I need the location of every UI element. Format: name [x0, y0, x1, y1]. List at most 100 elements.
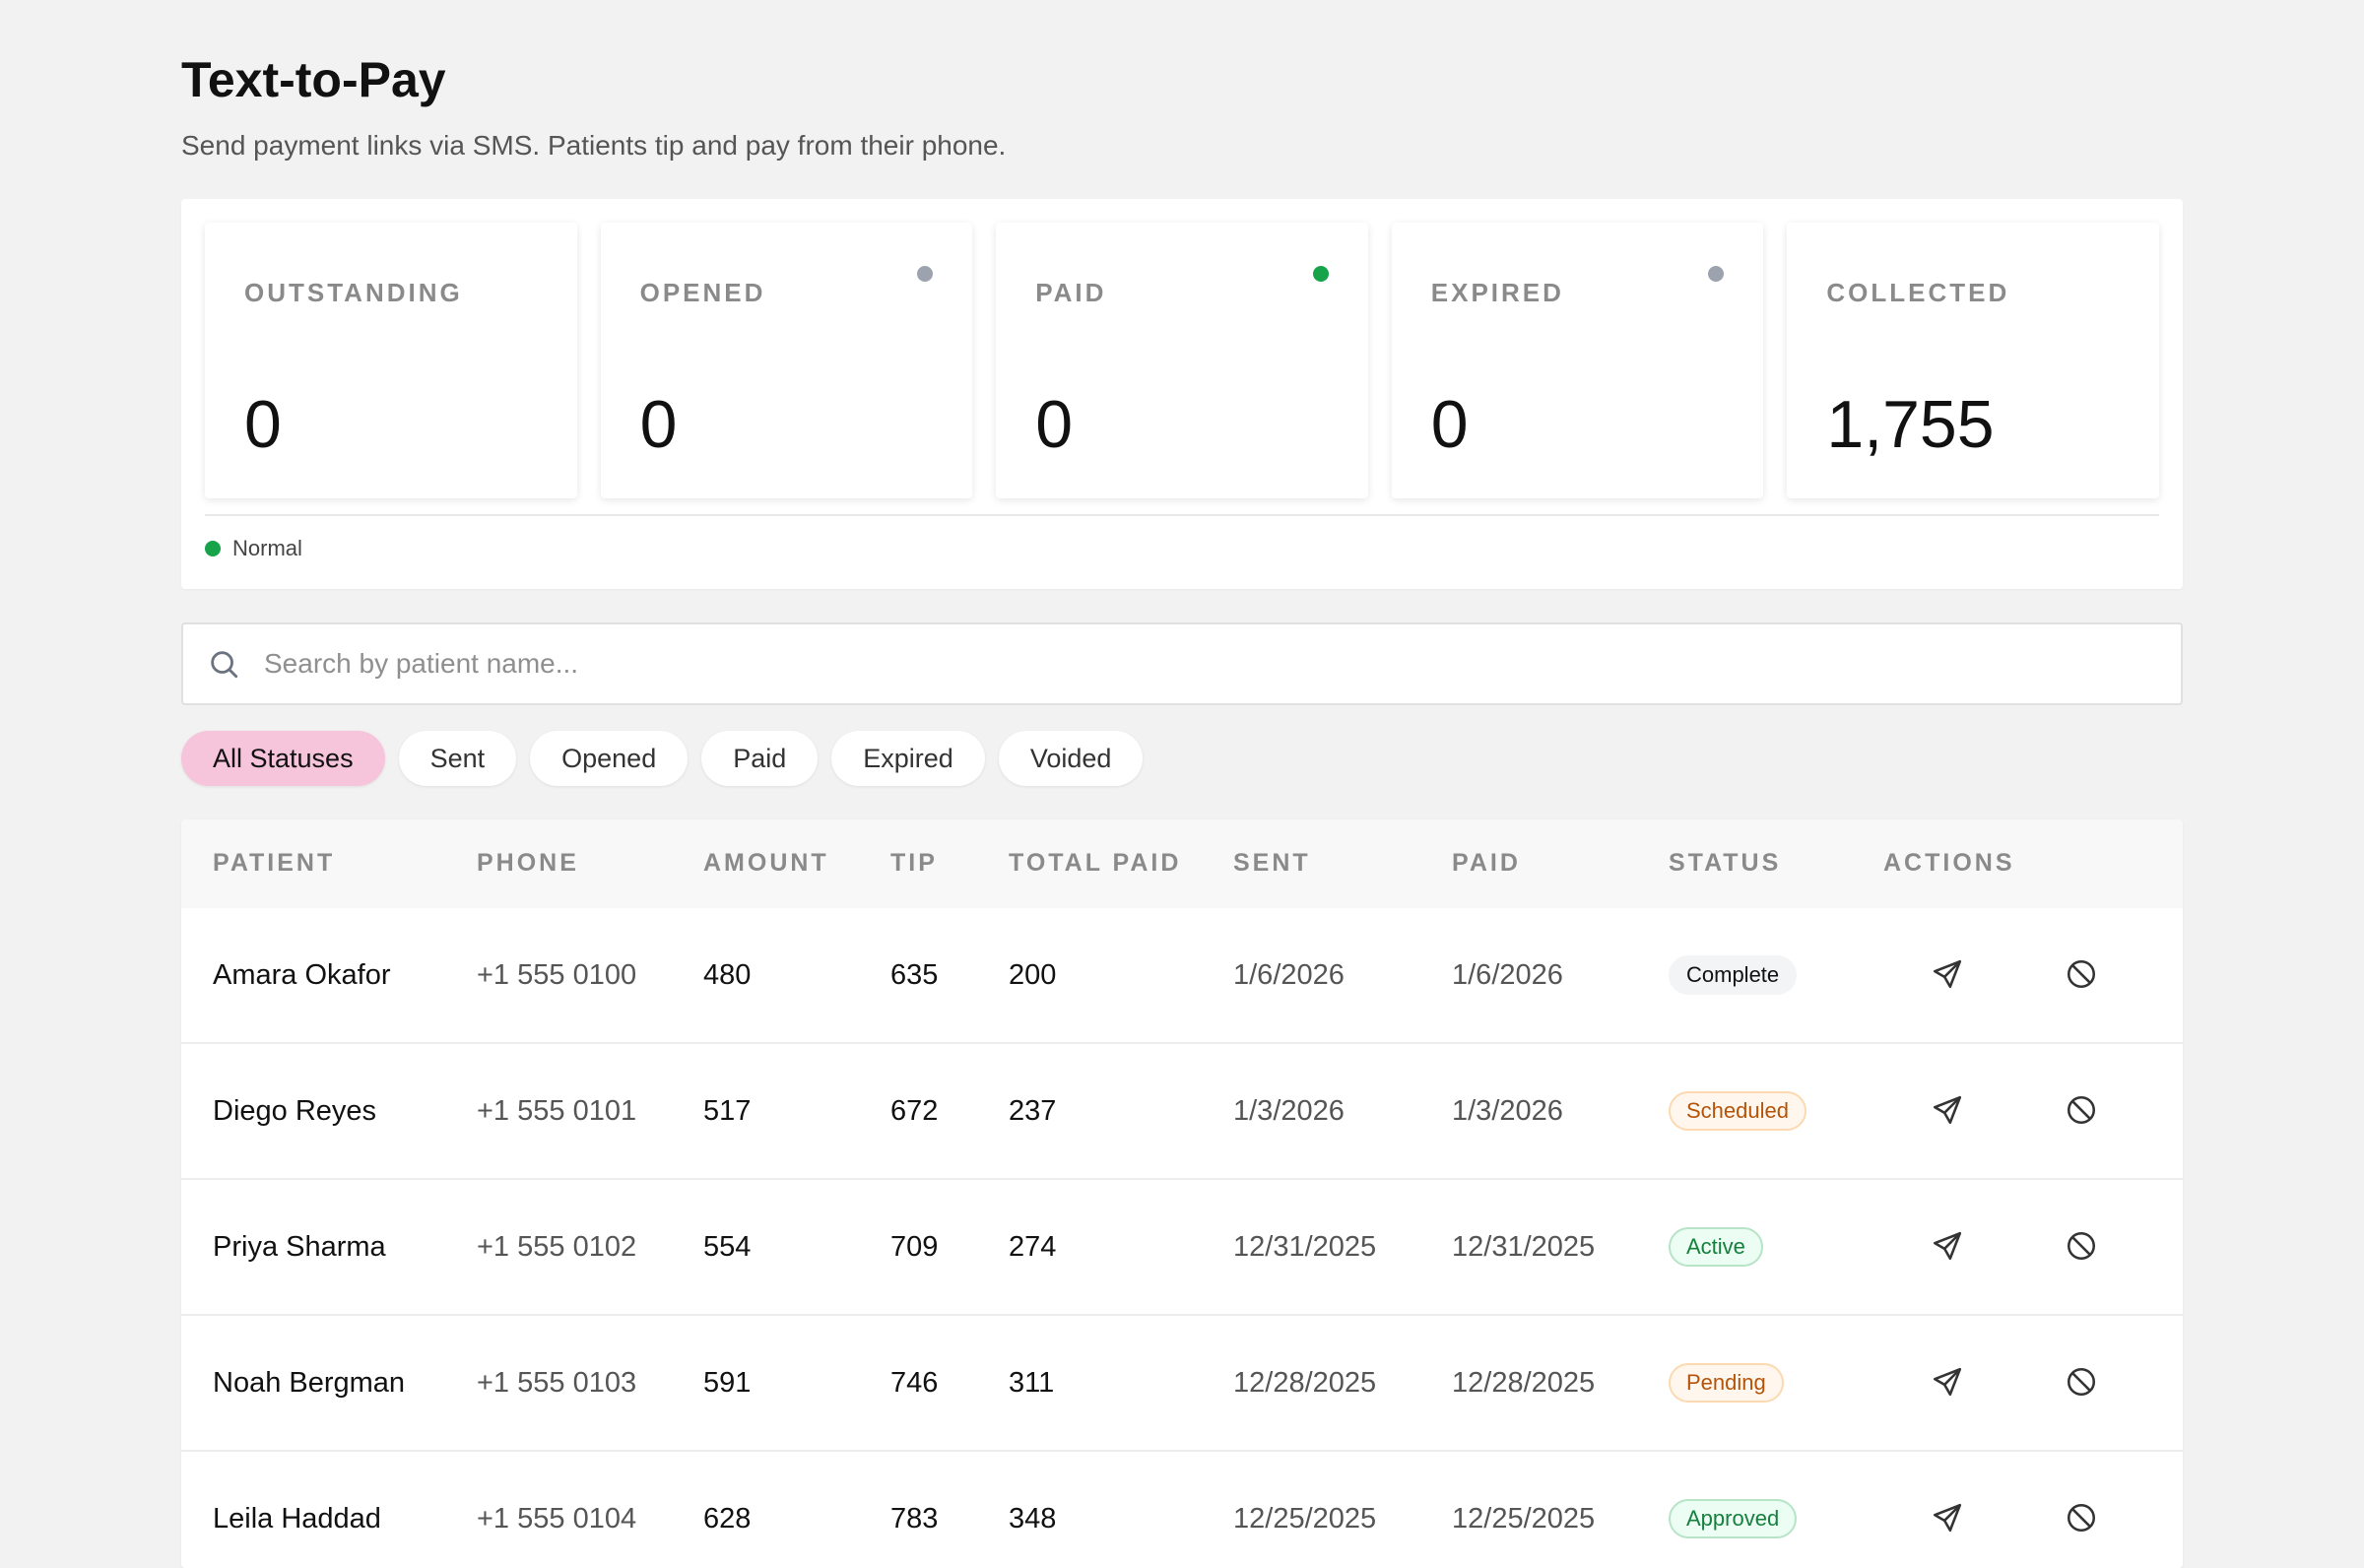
cell-tip: 746 [890, 1367, 939, 1399]
void-icon[interactable] [2065, 957, 2098, 991]
cell-total-paid: 311 [1009, 1367, 1055, 1399]
cell-phone: +1 555 0104 [477, 1503, 637, 1535]
stat-value: 0 [1035, 387, 1074, 462]
search-icon [211, 651, 238, 679]
stats-card: OUTSTANDING 0 OPENED 0 PAID 0 EXPIRED 0 … [181, 199, 2183, 589]
stat-label: OUTSTANDING [244, 278, 463, 307]
filter-chip-voided[interactable]: Voided [998, 731, 1144, 786]
void-icon[interactable] [2065, 1365, 2098, 1399]
stats-row: OUTSTANDING 0 OPENED 0 PAID 0 EXPIRED 0 … [205, 223, 2159, 498]
legend: Normal [205, 536, 302, 561]
filter-chip-sent[interactable]: Sent [398, 731, 517, 786]
status-dot [1708, 266, 1725, 282]
stat-value: 0 [639, 387, 678, 462]
cell-total-paid: 237 [1009, 1095, 1057, 1127]
column-header-actions: ACTIONS [1883, 849, 2015, 877]
table-row[interactable]: Leila Haddad +1 555 0104 628 783 348 12/25/20… [181, 1452, 2183, 1568]
stat-label: OPENED [639, 278, 766, 307]
stat-paid: PAID 0 [996, 223, 1368, 498]
column-header-total-paid[interactable]: TOTAL PAID [1009, 849, 1181, 878]
table-row[interactable]: Amara Okafor +1 555 0100 480 635 200 1/6/2026… [181, 908, 2183, 1044]
cell-phone: +1 555 0102 [477, 1231, 637, 1263]
send-icon[interactable] [1931, 957, 1964, 991]
cell-sent: 1/3/2026 [1233, 1095, 1345, 1127]
search-input[interactable] [264, 648, 2135, 680]
cell-phone: +1 555 0103 [477, 1367, 637, 1399]
cell-phone: +1 555 0100 [477, 959, 637, 991]
void-icon[interactable] [2065, 1501, 2098, 1535]
cell-patient: Diego Reyes [213, 1095, 377, 1127]
column-header-paid[interactable]: PAID [1452, 849, 1521, 878]
stat-outstanding: OUTSTANDING 0 [205, 223, 577, 498]
status-badge: Active [1669, 1227, 1763, 1267]
cell-patient: Noah Bergman [213, 1367, 406, 1399]
legend-dot [205, 541, 221, 556]
stat-opened: OPENED 0 [600, 223, 973, 498]
cell-sent: 12/28/2025 [1233, 1367, 1377, 1399]
stat-value: 0 [1430, 387, 1469, 462]
send-icon[interactable] [1931, 1093, 1964, 1127]
cell-amount: 554 [703, 1231, 752, 1263]
cell-total-paid: 274 [1009, 1231, 1057, 1263]
payments-table: PATIENT PHONE AMOUNT TIP TOTAL PAID SENT… [181, 819, 2183, 1568]
legend-label: Normal [232, 536, 302, 560]
send-icon[interactable] [1931, 1365, 1964, 1399]
stat-label: COLLECTED [1826, 278, 2010, 307]
column-header-status[interactable]: STATUS [1669, 849, 1781, 878]
cell-amount: 628 [703, 1503, 752, 1535]
cell-amount: 480 [703, 959, 752, 991]
status-badge: Complete [1669, 955, 1798, 995]
cell-tip: 635 [890, 959, 939, 991]
status-dot [917, 266, 934, 282]
cell-amount: 591 [703, 1367, 752, 1399]
status-badge: Pending [1669, 1363, 1784, 1403]
cell-sent: 12/31/2025 [1233, 1231, 1377, 1263]
filter-chip-expired[interactable]: Expired [831, 731, 985, 786]
stat-collected: COLLECTED 1,755 [1787, 223, 2159, 498]
search-bar[interactable] [181, 622, 2183, 705]
cell-amount: 517 [703, 1095, 752, 1127]
page-title: Text-to-Pay [181, 52, 446, 107]
cell-paid: 12/31/2025 [1452, 1231, 1596, 1263]
cell-tip: 709 [890, 1231, 939, 1263]
stat-label: EXPIRED [1430, 278, 1564, 307]
status-badge: Approved [1669, 1499, 1798, 1538]
cell-patient: Priya Sharma [213, 1231, 386, 1263]
cell-sent: 1/6/2026 [1233, 959, 1345, 991]
column-header-amount[interactable]: AMOUNT [703, 849, 829, 878]
stat-value: 0 [244, 387, 282, 462]
cell-tip: 783 [890, 1503, 939, 1535]
send-icon[interactable] [1931, 1229, 1964, 1263]
table-header: PATIENT PHONE AMOUNT TIP TOTAL PAID SENT… [181, 819, 2183, 908]
status-filters: All Statuses Sent Opened Paid Expired Voided [181, 731, 1144, 786]
status-dot [1312, 266, 1329, 282]
cell-paid: 12/28/2025 [1452, 1367, 1596, 1399]
cell-phone: +1 555 0101 [477, 1095, 637, 1127]
table-row[interactable]: Noah Bergman +1 555 0103 591 746 311 12/28/20… [181, 1316, 2183, 1452]
stat-value: 1,755 [1826, 387, 1995, 462]
stat-expired: EXPIRED 0 [1391, 223, 1764, 498]
page-subtitle: Send payment links via SMS. Patients tip… [181, 130, 1007, 161]
void-icon[interactable] [2065, 1093, 2098, 1127]
cell-total-paid: 348 [1009, 1503, 1057, 1535]
cell-paid: 1/3/2026 [1452, 1095, 1563, 1127]
table-row[interactable]: Diego Reyes +1 555 0101 517 672 237 1/3/2026 1… [181, 1044, 2183, 1180]
filter-chip-opened[interactable]: Opened [530, 731, 689, 786]
column-header-phone[interactable]: PHONE [477, 849, 579, 878]
column-header-sent[interactable]: SENT [1233, 849, 1311, 878]
void-icon[interactable] [2065, 1229, 2098, 1263]
cell-patient: Leila Haddad [213, 1503, 381, 1535]
cell-paid: 1/6/2026 [1452, 959, 1563, 991]
cell-patient: Amara Okafor [213, 959, 391, 991]
cell-sent: 12/25/2025 [1233, 1503, 1377, 1535]
table-row[interactable]: Priya Sharma +1 555 0102 554 709 274 12/31/20… [181, 1180, 2183, 1316]
column-header-tip[interactable]: TIP [890, 849, 938, 878]
cell-total-paid: 200 [1009, 959, 1057, 991]
filter-chip-all-statuses[interactable]: All Statuses [181, 731, 385, 786]
filter-chip-paid[interactable]: Paid [701, 731, 819, 786]
cell-tip: 672 [890, 1095, 939, 1127]
send-icon[interactable] [1931, 1501, 1964, 1535]
column-header-patient[interactable]: PATIENT [213, 849, 335, 878]
divider [205, 514, 2159, 516]
stat-label: PAID [1035, 278, 1107, 307]
